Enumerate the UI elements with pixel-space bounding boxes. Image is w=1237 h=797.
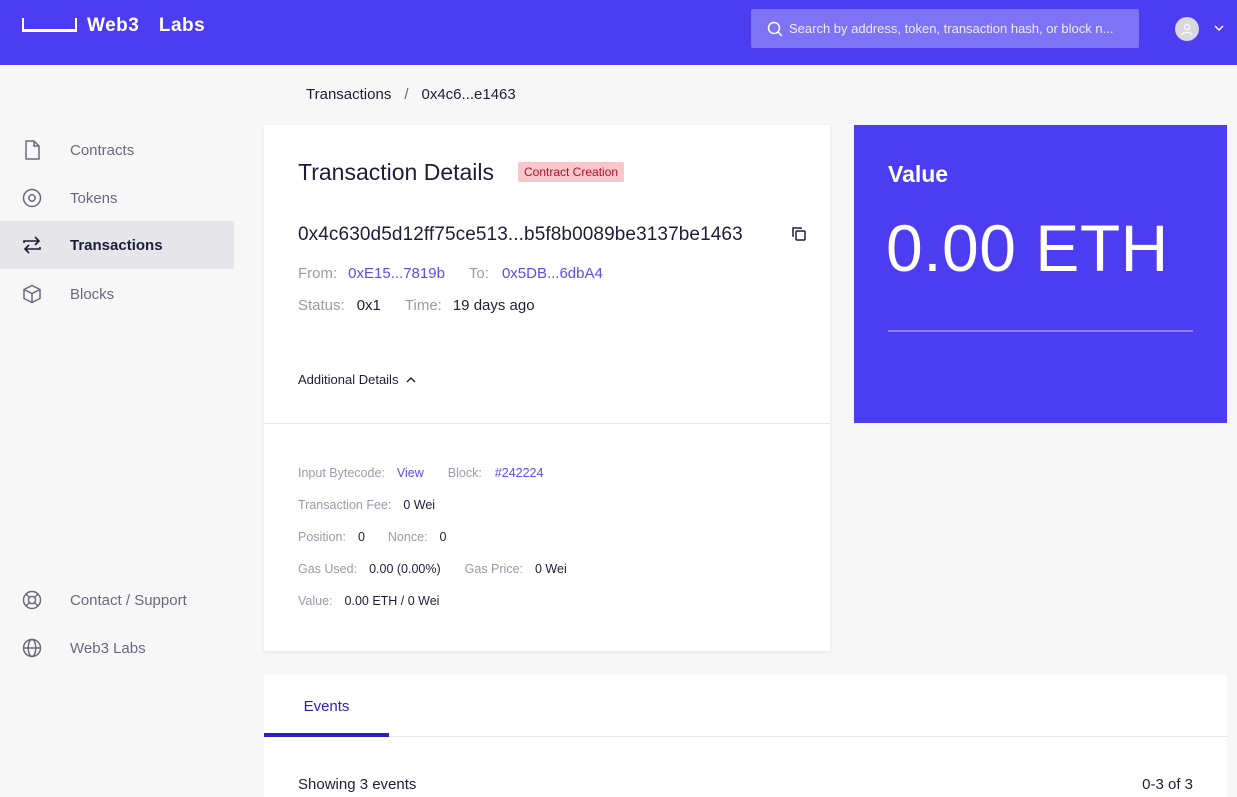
position-label: Position: <box>298 530 346 544</box>
sidebar-item-contracts[interactable]: Contracts <box>0 126 234 174</box>
sidebar-item-contact-support[interactable]: Contact / Support <box>0 576 234 624</box>
tab-events[interactable]: Events <box>264 675 389 737</box>
position-value: 0 <box>357 530 365 544</box>
user-icon <box>1181 23 1193 36</box>
transaction-fee-value: 0 Wei <box>403 498 436 512</box>
status-value: 0x1 <box>356 297 381 314</box>
time-label: Time: <box>404 297 442 314</box>
status-badge: Contract Creation <box>518 162 625 182</box>
page-title: Transaction Details <box>298 159 495 185</box>
gas-price-label: Gas Price: <box>464 562 523 576</box>
search-icon <box>767 21 783 37</box>
status-time-row: Status: 0x1 Time: 19 days ago <box>298 297 535 314</box>
value-value: 0.00 ETH / 0 Wei <box>344 594 440 608</box>
position-nonce-row: Position: 0 Nonce: 0 <box>298 530 446 544</box>
nonce-value: 0 <box>439 530 447 544</box>
user-avatar[interactable] <box>1175 17 1199 41</box>
breadcrumb-transactions-link[interactable]: Transactions <box>306 86 391 103</box>
value-card: Value 0.00 ETH <box>854 125 1227 423</box>
gas-row: Gas Used: 0.00 (0.00%) Gas Price: 0 Wei <box>298 562 567 576</box>
transaction-hash: 0x4c630d5d12ff75ce513...b5f8b0089be3137b… <box>298 224 743 245</box>
value-card-divider <box>888 330 1193 332</box>
from-label: From: <box>298 265 338 282</box>
block-label: Block: <box>447 466 482 480</box>
sidebar-item-label: Web3 Labs <box>70 639 146 657</box>
gas-price-value: 0 Wei <box>535 562 567 576</box>
block-link[interactable]: #242224 <box>495 466 544 480</box>
events-panel: Events Showing 3 events 0-3 of 3 <box>264 675 1227 797</box>
value-card-label: Value <box>888 161 949 187</box>
sidebar-item-blocks[interactable]: Blocks <box>0 270 234 318</box>
token-icon <box>22 188 42 208</box>
value-card-amount: 0.00 ETH <box>886 211 1169 285</box>
events-count: Showing 3 events <box>298 776 417 793</box>
input-bytecode-view-link[interactable]: View <box>397 466 424 480</box>
sidebar-item-tokens[interactable]: Tokens <box>0 174 234 222</box>
chevron-up-icon <box>406 376 416 382</box>
fee-row: Transaction Fee: 0 Wei <box>298 498 435 512</box>
file-icon <box>22 140 42 160</box>
globe-icon <box>22 638 42 658</box>
logo-mark-icon <box>22 18 77 32</box>
copy-icon[interactable] <box>791 226 807 242</box>
nonce-label: Nonce: <box>387 530 428 544</box>
input-bytecode-label: Input Bytecode: <box>298 466 385 480</box>
input-block-row: Input Bytecode: View Block: #242224 <box>298 466 543 480</box>
breadcrumb-current: 0x4c6...e1463 <box>421 86 516 103</box>
additional-details-toggle[interactable]: Additional Details <box>298 372 416 387</box>
value-row: Value: 0.00 ETH / 0 Wei <box>298 594 439 608</box>
to-label: To: <box>468 265 489 282</box>
status-label: Status: <box>298 297 345 314</box>
lifebuoy-icon <box>22 590 42 610</box>
divider <box>264 423 830 424</box>
from-address-link[interactable]: 0xE15...7819b <box>348 265 445 282</box>
sidebar-item-label: Tokens <box>70 189 118 207</box>
value-label: Value: <box>298 594 333 608</box>
from-to-row: From: 0xE15...7819b To: 0x5DB...6dbA4 <box>298 265 603 282</box>
transactions-icon <box>22 235 42 255</box>
sidebar-item-transactions[interactable]: Transactions <box>0 221 234 269</box>
time-value: 19 days ago <box>452 297 535 314</box>
gas-used-label: Gas Used: <box>298 562 358 576</box>
transaction-fee-label: Transaction Fee: <box>298 498 392 512</box>
cube-icon <box>22 284 42 304</box>
gas-used-value: 0.00 (0.00%) <box>369 562 441 576</box>
top-header: Web3 Labs <box>0 0 1237 65</box>
sidebar-item-web3-labs[interactable]: Web3 Labs <box>0 624 234 672</box>
transaction-details-card: Transaction Details Contract Creation 0x… <box>264 125 830 651</box>
search-input[interactable] <box>789 21 1119 36</box>
brand-logo[interactable]: Web3 Labs <box>22 15 205 37</box>
sidebar-item-label: Contact / Support <box>70 591 187 609</box>
breadcrumb: Transactions / 0x4c6...e1463 <box>306 86 516 103</box>
tab-active-indicator <box>264 733 389 737</box>
events-range: 0-3 of 3 <box>1142 776 1193 793</box>
sidebar-item-label: Contracts <box>70 141 135 159</box>
search-box[interactable] <box>751 9 1139 48</box>
sidebar: Contracts Tokens Transactions Blocks Con… <box>0 65 234 797</box>
brand-name: Web3 Labs <box>87 15 206 36</box>
additional-details-label: Additional Details <box>298 372 399 387</box>
to-address-link[interactable]: 0x5DB...6dbA4 <box>502 265 603 282</box>
sidebar-item-label: Blocks <box>70 285 115 303</box>
tabs-divider <box>264 736 1227 737</box>
chevron-down-icon[interactable] <box>1213 23 1225 33</box>
breadcrumb-separator: / <box>404 86 409 103</box>
sidebar-item-label: Transactions <box>70 236 163 254</box>
